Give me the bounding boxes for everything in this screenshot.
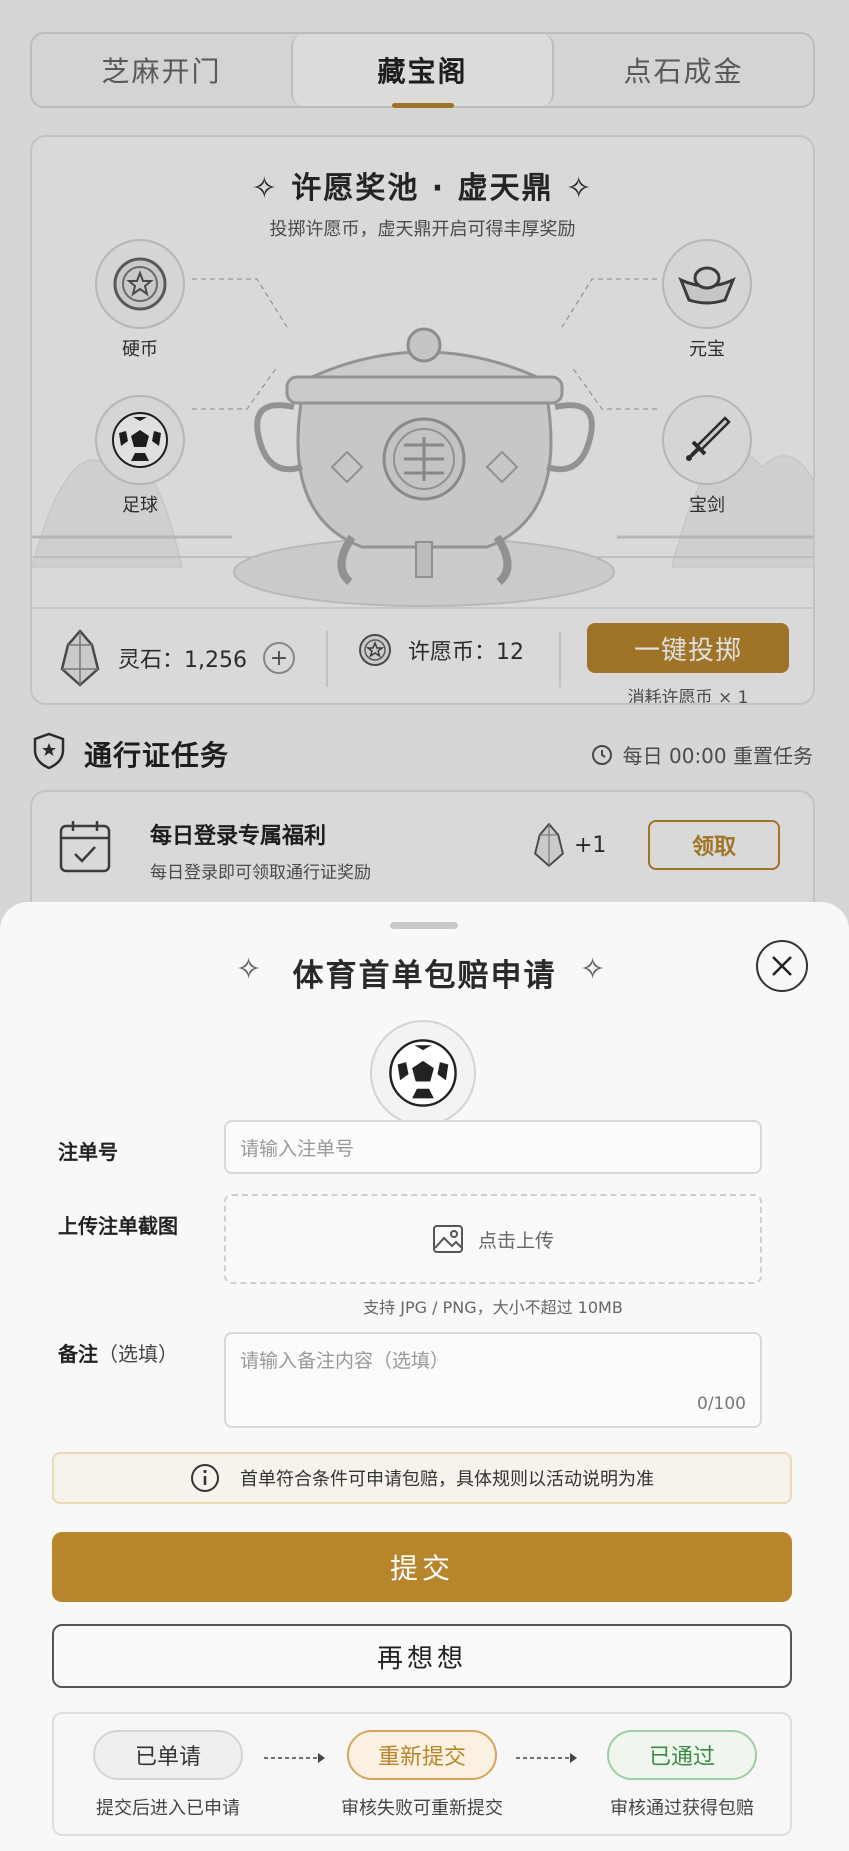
status-pill-resubmit: 重新提交	[347, 1730, 497, 1780]
status-pill-approved: 已通过	[607, 1730, 757, 1780]
info-icon	[191, 1464, 219, 1492]
upload-hint: 支持 JPG / PNG，大小不超过 10MB	[363, 1298, 623, 1317]
close-icon	[772, 956, 792, 976]
close-button[interactable]	[756, 940, 808, 992]
status-flow: 已单请 提交后进入已申请 重新提交 审核失败可重新提交 已通过 审核通过获得包赔	[52, 1712, 792, 1836]
status-pill-applied: 已单请	[93, 1730, 243, 1780]
image-icon	[432, 1225, 463, 1253]
ticket-number-label: 注单号	[58, 1140, 118, 1164]
flow-step-approved: 已通过 审核通过获得包赔	[582, 1730, 782, 1820]
arrow-right-icon	[264, 1753, 325, 1763]
flow-desc: 审核通过获得包赔	[610, 1798, 754, 1819]
screenshot-label: 上传注单截图	[58, 1214, 178, 1238]
note-optional-text: （选填）	[98, 1342, 178, 1366]
upload-label: 点击上传	[477, 1229, 554, 1252]
drag-handle[interactable]	[390, 922, 458, 929]
note-label-text: 备注	[58, 1342, 98, 1366]
flow-desc: 审核失败可重新提交	[341, 1798, 503, 1819]
notice-text: 首单符合条件可申请包赔，具体规则以活动说明为准	[240, 1469, 654, 1490]
note-textarea[interactable]: 请输入备注内容（选填） 0/100	[224, 1332, 762, 1428]
sparkle-icon: ✧	[580, 952, 606, 987]
rule-notice: 首单符合条件可申请包赔，具体规则以活动说明为准	[52, 1452, 792, 1504]
note-placeholder: 请输入备注内容（选填）	[240, 1350, 450, 1372]
screenshot-upload[interactable]: 点击上传	[224, 1194, 762, 1284]
ticket-number-placeholder: 请输入注单号	[240, 1137, 355, 1160]
ticket-number-input[interactable]: 请输入注单号	[224, 1120, 762, 1174]
flow-step-resubmit: 重新提交 审核失败可重新提交	[322, 1730, 522, 1820]
football-badge	[370, 1020, 476, 1126]
sheet-title: 体育首单包赔申请	[292, 958, 557, 994]
note-char-counter: 0/100	[697, 1394, 746, 1414]
claim-application-sheet: ✧ 体育首单包赔申请 ✧ 注单号 请输入注单号 上传注单截图 点击上传 支持 J…	[0, 902, 849, 1851]
football-icon	[389, 1039, 457, 1107]
flow-step-applied: 已单请 提交后进入已申请	[68, 1730, 268, 1820]
note-label: 备注（选填）	[58, 1338, 178, 1367]
submit-button[interactable]: 提交	[52, 1532, 792, 1602]
arrow-right-icon	[516, 1753, 577, 1763]
flow-desc: 提交后进入已申请	[96, 1798, 240, 1819]
reconsider-button[interactable]: 再想想	[52, 1624, 792, 1688]
